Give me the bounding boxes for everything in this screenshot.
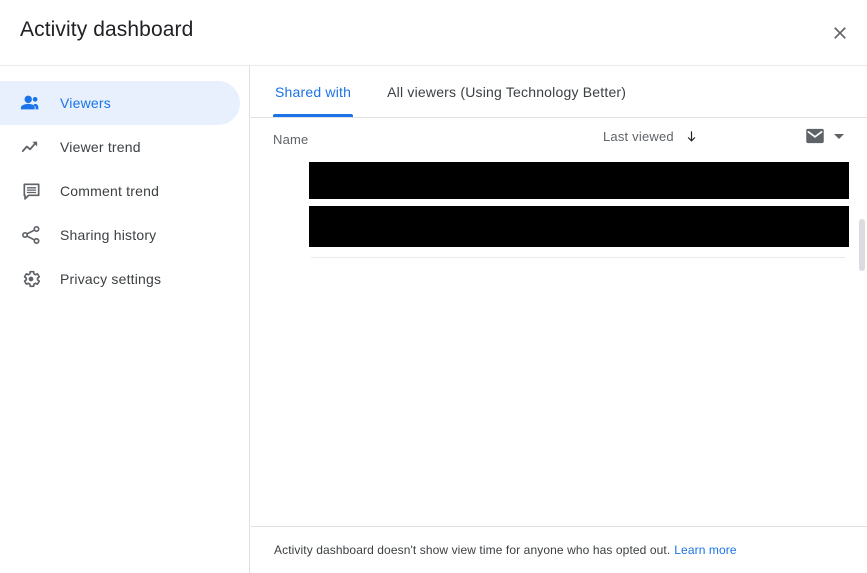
close-button[interactable] [823,16,857,50]
table-row[interactable] [309,206,849,258]
sidebar-item-comment-trend[interactable]: Comment trend [0,169,240,213]
tab-label: Shared with [275,83,352,100]
sidebar-item-label: Viewer trend [60,139,141,155]
redacted-content [309,162,849,199]
table-row[interactable] [309,162,849,210]
share-icon [19,223,43,247]
redacted-content [309,206,849,247]
people-icon [19,91,43,115]
sidebar-item-label: Privacy settings [60,271,162,287]
viewer-list [251,162,867,512]
sidebar-item-viewer-trend[interactable]: Viewer trend [0,125,240,169]
arrow-down-icon [684,129,699,144]
sidebar-item-label: Viewers [60,95,111,111]
sidebar-item-viewers[interactable]: Viewers [0,81,240,125]
column-header-last-viewed-label: Last viewed [603,129,674,144]
footer-text: Activity dashboard doesn't show view tim… [274,543,671,557]
tab-bar: Shared with All viewers (Using Technolog… [251,66,867,118]
list-scrollbar[interactable] [858,162,867,512]
learn-more-link[interactable]: Learn more [674,543,736,557]
tab-shared-with[interactable]: Shared with [273,66,354,117]
column-header-last-viewed[interactable]: Last viewed [603,129,699,144]
email-viewers-menu[interactable] [805,126,844,146]
gear-icon [19,267,43,291]
tab-label: All viewers (Using Technology Better) [387,83,627,100]
scrollbar-thumb[interactable] [859,219,865,271]
table-header: Name Last viewed [251,118,867,162]
footer-note: Activity dashboard doesn't show view tim… [251,526,867,573]
sidebar-item-label: Comment trend [60,183,160,199]
dialog-header: Activity dashboard [0,0,867,66]
comment-icon [19,179,43,203]
column-header-name: Name [273,132,309,147]
trending-up-icon [19,135,43,159]
chevron-down-icon [834,133,844,139]
sidebar-item-sharing-history[interactable]: Sharing history [0,213,240,257]
sidebar-item-label: Sharing history [60,227,157,243]
close-icon [830,23,850,43]
main-panel: Shared with All viewers (Using Technolog… [251,66,867,573]
tab-all-viewers[interactable]: All viewers (Using Technology Better) [385,66,628,117]
sidebar: Viewers Viewer trend Comment trend Shari… [0,66,250,573]
page-title: Activity dashboard [20,18,194,41]
mail-icon [805,126,825,146]
sidebar-item-privacy-settings[interactable]: Privacy settings [0,257,240,301]
dialog-body: Viewers Viewer trend Comment trend Shari… [0,66,867,573]
